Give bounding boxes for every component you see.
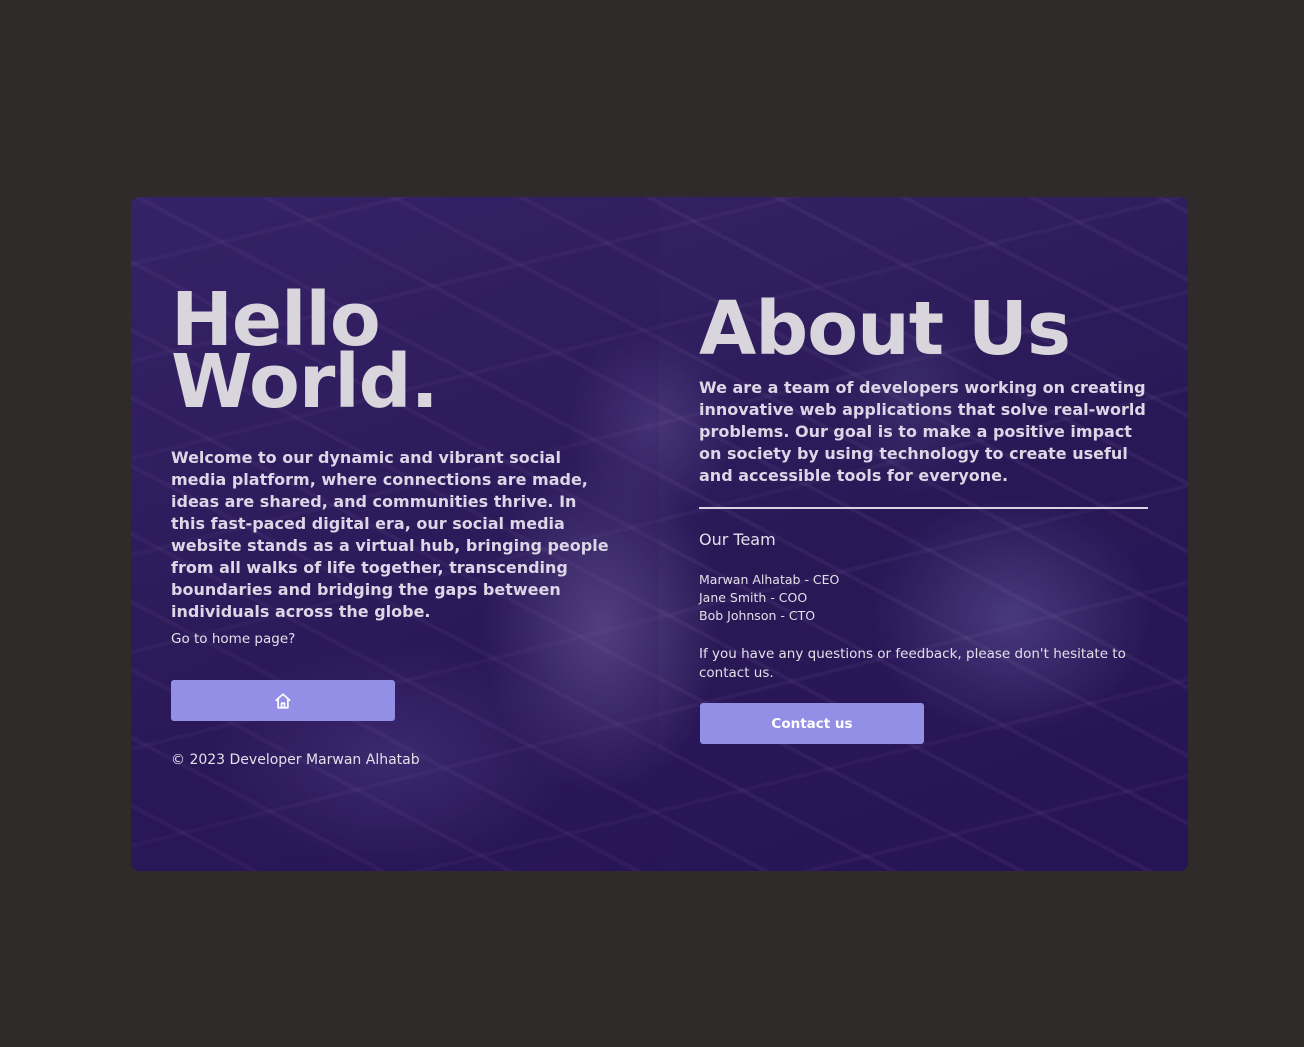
- section-divider: [699, 507, 1148, 509]
- copyright-text: © 2023 Developer Marwan Alhatab: [171, 752, 420, 768]
- home-icon: [275, 692, 291, 709]
- hero-title: Hello World.: [171, 283, 439, 425]
- contact-us-button[interactable]: Contact us: [700, 703, 924, 744]
- home-prompt-text: Go to home page?: [171, 631, 296, 647]
- contact-text: If you have any questions or feedback, p…: [699, 646, 1126, 681]
- team-list: Marwan Alhatab - CEO Jane Smith - COO Bo…: [699, 571, 839, 625]
- team-heading: Our Team: [699, 530, 776, 549]
- team-member: Jane Smith - COO: [699, 590, 808, 605]
- content-card: Hello World. Welcome to our dynamic and …: [131, 197, 1188, 871]
- about-title: About Us: [699, 286, 1071, 372]
- intro-paragraph: Welcome to our dynamic and vibrant socia…: [171, 448, 609, 621]
- team-member: Marwan Alhatab - CEO: [699, 572, 840, 587]
- home-button[interactable]: [171, 680, 395, 721]
- hero-title-line2: World.: [171, 339, 439, 425]
- about-description: We are a team of developers working on c…: [699, 378, 1146, 485]
- team-member: Bob Johnson - CTO: [699, 608, 816, 623]
